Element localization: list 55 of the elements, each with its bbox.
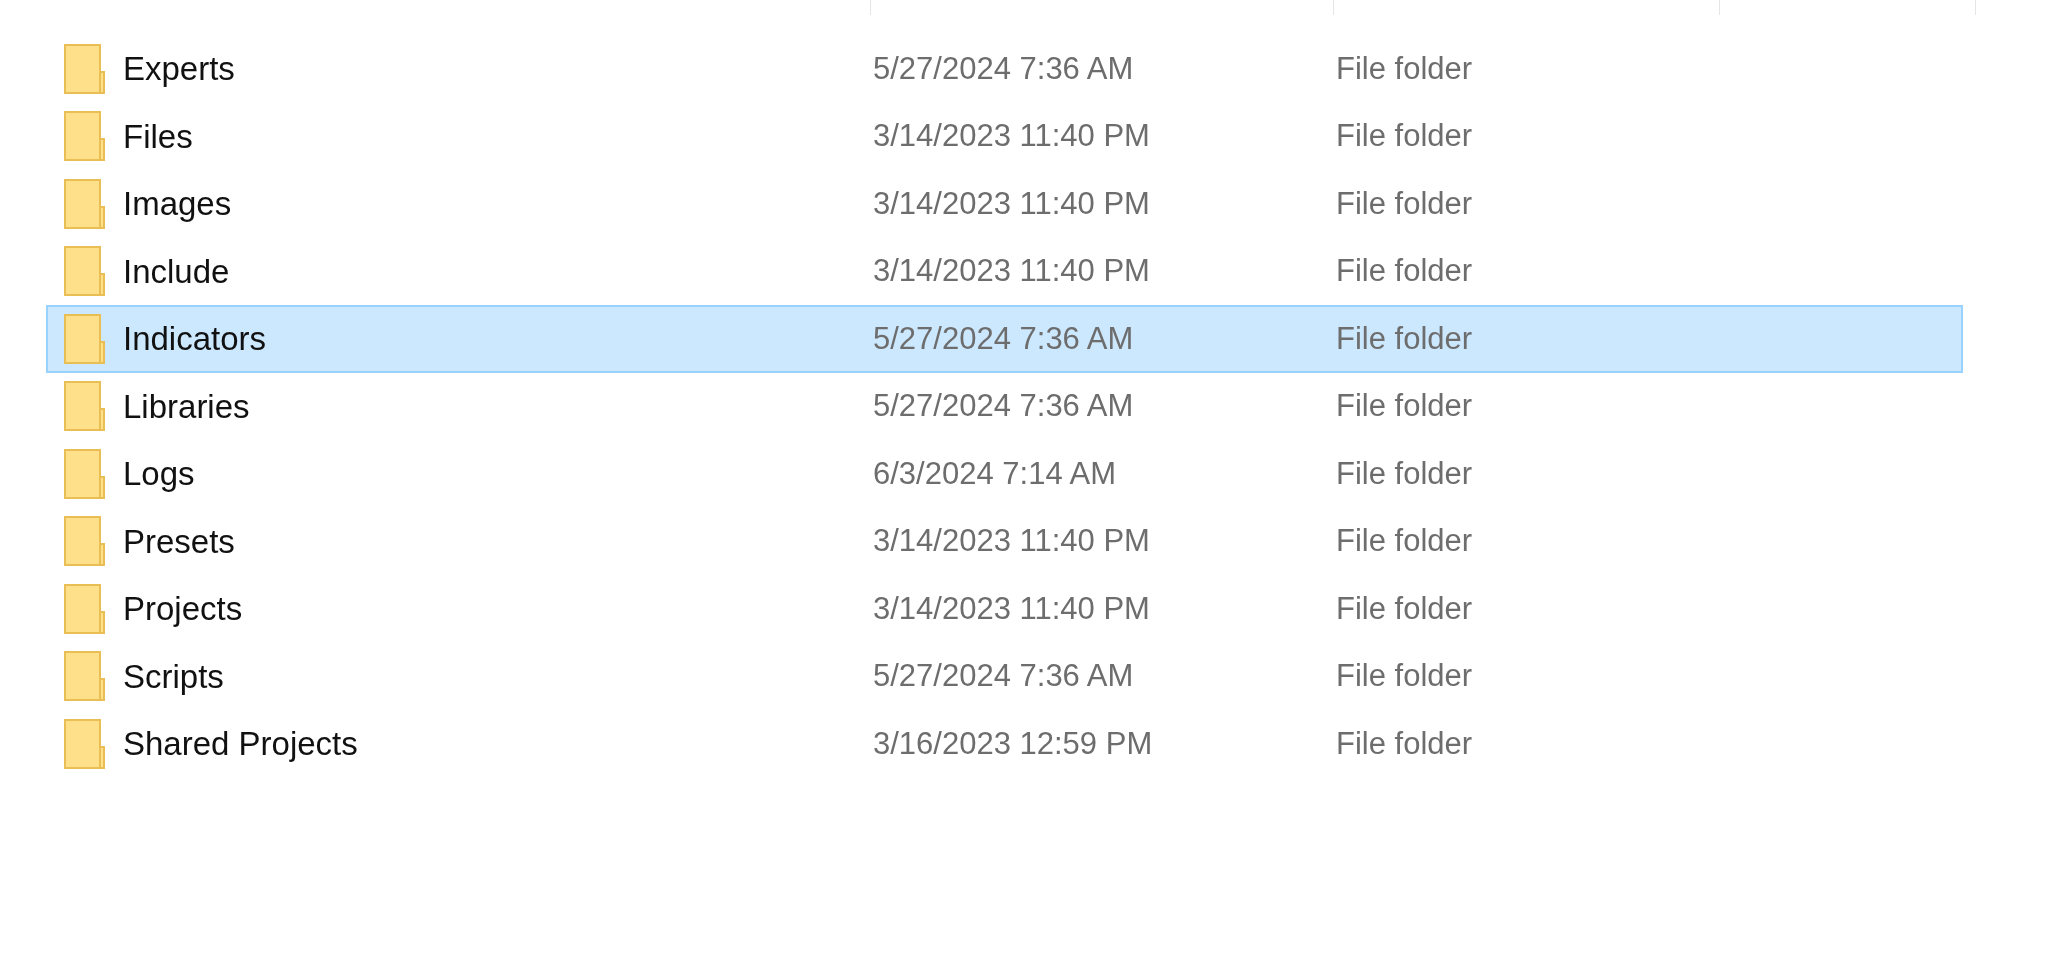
file-name: Experts	[123, 49, 236, 89]
date-modified: 5/27/2024 7:36 AM	[873, 49, 1135, 88]
file-row[interactable]: Files 3/14/2023 11:40 PM File folder	[46, 102, 1963, 170]
date-modified: 3/14/2023 11:40 PM	[873, 252, 1151, 290]
folder-icon	[64, 246, 106, 297]
item-type: File folder	[1336, 387, 1473, 425]
date-modified: 6/3/2024 7:14 AM	[873, 454, 1118, 493]
folder-icon	[64, 111, 106, 162]
item-type: File folder	[1336, 117, 1473, 155]
file-row[interactable]: Projects 3/14/2023 11:40 PM File folder	[46, 575, 1963, 643]
item-type: File folder	[1336, 252, 1473, 290]
folder-icon	[64, 651, 106, 702]
date-modified: 3/14/2023 11:40 PM	[873, 117, 1151, 155]
item-type: File folder	[1336, 724, 1473, 763]
file-row[interactable]: Libraries 5/27/2024 7:36 AM File folder	[46, 372, 1963, 440]
item-type: File folder	[1336, 184, 1473, 223]
date-modified: 5/27/2024 7:36 AM	[873, 657, 1135, 695]
date-modified: 5/27/2024 7:36 AM	[873, 319, 1135, 358]
date-modified: 3/14/2023 11:40 PM	[873, 184, 1151, 223]
file-row[interactable]: Scripts 5/27/2024 7:36 AM File folder	[46, 642, 1963, 710]
file-name: Presets	[123, 521, 236, 562]
date-modified: 5/27/2024 7:36 AM	[873, 387, 1135, 425]
folder-icon	[64, 178, 106, 229]
file-row[interactable]: Include 3/14/2023 11:40 PM File folder	[46, 237, 1963, 305]
date-modified: 3/16/2023 12:59 PM	[873, 724, 1154, 763]
file-name: Libraries	[123, 386, 251, 427]
file-name: Scripts	[123, 656, 225, 697]
folder-icon	[64, 516, 106, 567]
folder-icon	[64, 583, 106, 634]
file-name: Indicators	[123, 319, 268, 359]
item-type: File folder	[1336, 522, 1473, 560]
file-row[interactable]: Experts 5/27/2024 7:36 AM File folder	[46, 35, 1963, 103]
item-type: File folder	[1336, 319, 1473, 358]
item-type: File folder	[1336, 589, 1473, 628]
file-name: Projects	[123, 589, 244, 629]
file-name: Logs	[123, 454, 196, 494]
item-type: File folder	[1336, 49, 1473, 88]
date-modified: 3/14/2023 11:40 PM	[873, 522, 1151, 560]
folder-icon	[64, 381, 106, 432]
file-row[interactable]: Indicators 5/27/2024 7:36 AM File folder	[46, 305, 1963, 373]
date-modified: 3/14/2023 11:40 PM	[873, 589, 1151, 628]
file-name: Files	[123, 116, 194, 157]
folder-icon	[64, 718, 106, 769]
file-row[interactable]: Images 3/14/2023 11:40 PM File folder	[46, 170, 1963, 238]
file-name: Shared Projects	[123, 724, 359, 764]
folder-icon	[64, 448, 106, 499]
folder-icon	[64, 313, 106, 364]
file-name: Images	[123, 184, 233, 224]
file-row[interactable]: Shared Projects 3/16/2023 12:59 PM File folder	[46, 710, 1963, 778]
file-name: Include	[123, 251, 231, 292]
folder-icon	[64, 43, 106, 94]
item-type: File folder	[1336, 454, 1473, 493]
file-row[interactable]: Presets 3/14/2023 11:40 PM File folder	[46, 507, 1963, 575]
file-row[interactable]: Logs 6/3/2024 7:14 AM File folder	[46, 440, 1963, 508]
item-type: File folder	[1336, 657, 1473, 695]
